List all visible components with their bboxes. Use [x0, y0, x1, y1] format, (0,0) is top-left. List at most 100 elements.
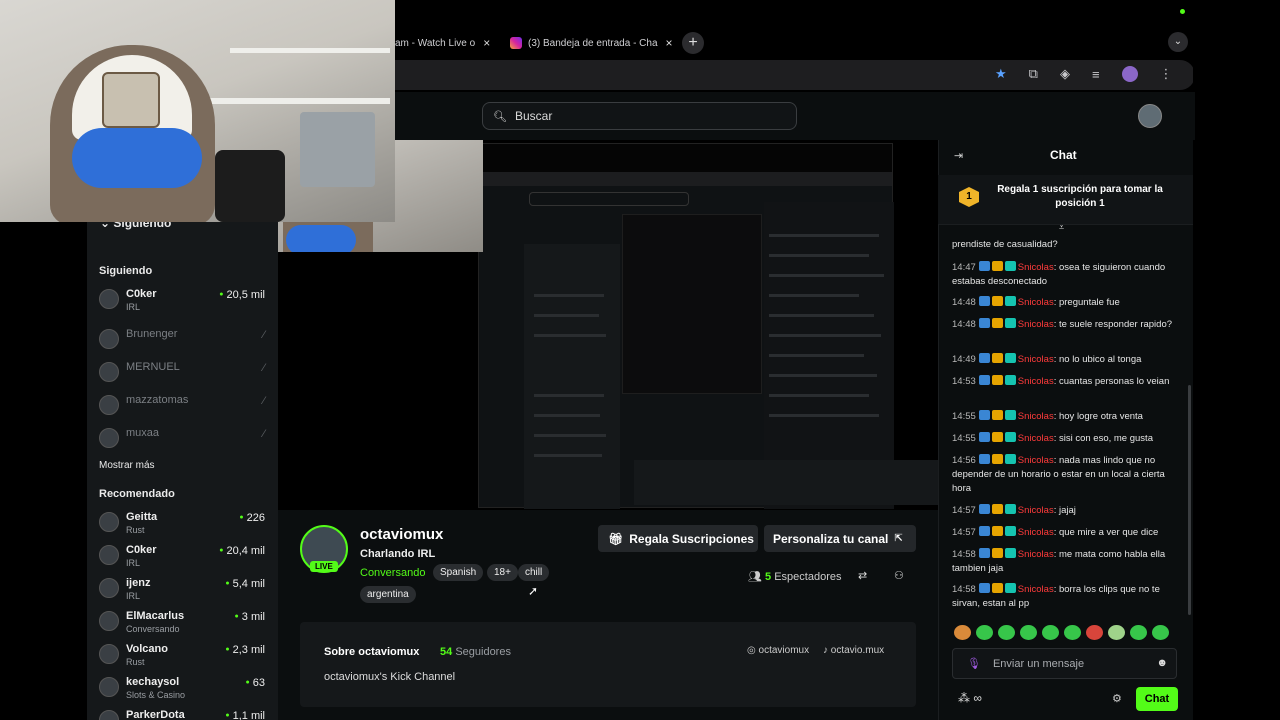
- search-placeholder: Buscar: [514, 109, 553, 123]
- badge-icon: [978, 410, 990, 420]
- tag-chill[interactable]: chill: [518, 564, 550, 581]
- tiktok-link[interactable]: ♪ octavio.mux: [823, 645, 884, 656]
- emoji-icon[interactable]: ☻: [1156, 657, 1168, 669]
- message-username[interactable]: Snicolas: [1018, 376, 1054, 387]
- cap-logo: [102, 72, 160, 128]
- message-username[interactable]: Snicolas: [1018, 527, 1054, 538]
- stream-category[interactable]: Conversando: [360, 567, 425, 579]
- collapse-chat-icon[interactable]: ⇥: [954, 149, 963, 162]
- message-username[interactable]: Snicolas: [1018, 411, 1054, 422]
- sidebar-item-c0ker-rec[interactable]: C0ker IRL 20,4 mil: [99, 543, 267, 573]
- profile-avatar[interactable]: [1121, 66, 1138, 82]
- crown-icon: [991, 318, 1003, 328]
- channel-points[interactable]: ⁂ ∞: [958, 691, 982, 705]
- crown-icon: [991, 296, 1003, 306]
- message-username[interactable]: Snicolas: [1018, 262, 1054, 273]
- chat-message: 14:48 Snicolas: te suele responder rapido…: [952, 318, 1173, 330]
- gift-subscriptions-button[interactable]: 🎁︎ Regala Suscripciones: [598, 525, 758, 552]
- message-time: 14:49: [952, 354, 976, 365]
- message-username[interactable]: Snicolas: [1018, 455, 1054, 466]
- viewer-count: 👥︎ 5 Espectadores: [748, 571, 842, 583]
- microphone-icon[interactable]: 🎙︎: [967, 657, 981, 670]
- sidebar-item-elmacarlus[interactable]: ElMacarlus Conversando 3 mil: [99, 609, 267, 639]
- following-title: Siguiendo: [99, 265, 153, 277]
- message-text: hoy logre otra venta: [1058, 411, 1143, 422]
- sidebar-item-mazzatomas[interactable]: mazzatomas ⁄: [99, 393, 267, 423]
- chat-message: 14:57 Snicolas: que mire a ver que dice: [952, 526, 1159, 538]
- chat-send-button[interactable]: Chat: [1136, 687, 1178, 711]
- user-avatar[interactable]: [1138, 104, 1162, 128]
- expand-pinned-icon[interactable]: ⩡: [1059, 222, 1064, 233]
- message-username[interactable]: Snicolas: [1018, 549, 1054, 560]
- instagram-icon: ◎: [747, 645, 756, 656]
- sidebar-item-mernuel[interactable]: MERNUEL ⁄: [99, 360, 267, 390]
- message-username[interactable]: Snicolas: [1018, 433, 1054, 444]
- search-input[interactable]: 🔍︎ Buscar: [482, 102, 797, 130]
- customize-channel-button[interactable]: Personaliza tu canal ⇱: [764, 525, 916, 552]
- sidebar-item-muxaa[interactable]: muxaa ⁄: [99, 426, 267, 456]
- crown-icon: [991, 353, 1003, 363]
- bookmark-star-icon[interactable]: ★: [995, 66, 1007, 82]
- instagram-link[interactable]: ◎ octaviomux: [747, 645, 809, 656]
- emote-icon[interactable]: [1130, 625, 1147, 640]
- sidebar-item-brunenger[interactable]: Brunenger ⁄: [99, 327, 267, 357]
- add-user-icon[interactable]: ⚇: [894, 569, 904, 582]
- tag-spanish[interactable]: Spanish: [433, 564, 484, 581]
- extensions-icon[interactable]: ⧉: [1029, 66, 1038, 82]
- emote-icon[interactable]: [998, 625, 1015, 640]
- show-more-link[interactable]: Mostrar más: [99, 460, 155, 471]
- sidebar-item-parkerdota[interactable]: ParkerDota 1,1 mil: [99, 708, 267, 720]
- tag-18plus[interactable]: 18+: [487, 564, 518, 581]
- incognito-icon[interactable]: ◈: [1060, 66, 1070, 82]
- gear-icon[interactable]: ⚙: [1112, 692, 1122, 705]
- message-time: 14:56: [952, 455, 976, 466]
- message-username[interactable]: Snicolas: [1018, 505, 1054, 516]
- avatar: [99, 710, 119, 720]
- browser-tab-kick[interactable]: am - Watch Live o ×: [395, 32, 490, 54]
- emote-icon[interactable]: [976, 625, 993, 640]
- browser-tab-instagram[interactable]: (3) Bandeja de entrada - Cha ×: [510, 32, 673, 54]
- subscriber-badge-icon: [1004, 353, 1016, 363]
- crown-icon: [991, 454, 1003, 464]
- media-icon[interactable]: ≡: [1092, 67, 1100, 82]
- sidebar-item-kechaysol[interactable]: kechaysol Slots & Casino 63: [99, 675, 267, 705]
- emote-icon[interactable]: [1086, 625, 1103, 640]
- sidebar-item-ijenz[interactable]: ijenz IRL 5,4 mil: [99, 576, 267, 606]
- chat-scrollbar[interactable]: [1188, 385, 1191, 615]
- sidebar-item-geitta[interactable]: Geitta Rust 226: [99, 510, 267, 540]
- recommended-title: Recomendado: [99, 488, 175, 500]
- message-username[interactable]: Snicolas: [1018, 297, 1054, 308]
- tab-label: (3) Bandeja de entrada - Cha: [528, 37, 658, 49]
- crown-icon: [991, 410, 1003, 420]
- sidebar-item-c0ker[interactable]: C0ker IRL 20,5 mil: [99, 287, 267, 317]
- chat-message: 14:56 Snicolas: nada mas lindo que no dep…: [952, 454, 1165, 494]
- tag-argentina[interactable]: argentina: [360, 586, 416, 603]
- message-username[interactable]: Snicolas: [1018, 584, 1054, 595]
- emote-icon[interactable]: [1108, 625, 1125, 640]
- tab-close-icon[interactable]: ×: [666, 36, 673, 50]
- webcam-overlay: [0, 0, 395, 222]
- emote-icon[interactable]: [1152, 625, 1169, 640]
- message-username[interactable]: Snicolas: [1018, 319, 1054, 330]
- gift-icon: 🎁︎: [608, 531, 624, 546]
- menu-kebab-icon[interactable]: ⋮: [1160, 66, 1173, 82]
- message-username[interactable]: Snicolas: [1018, 354, 1054, 365]
- viewers-icon: 👥︎: [748, 571, 762, 583]
- tab-search-button[interactable]: ⌄: [1168, 32, 1188, 52]
- emote-icon[interactable]: [1064, 625, 1081, 640]
- live-badge: LIVE: [310, 561, 338, 572]
- badge-icon: [978, 526, 990, 536]
- crown-icon: [991, 548, 1003, 558]
- chat-message: 14:48 Snicolas: preguntale fue: [952, 296, 1120, 308]
- share-icon[interactable]: ⇄: [858, 569, 867, 582]
- message-text: preguntale fue: [1058, 297, 1120, 308]
- sidebar-item-volcano[interactable]: Volcano Rust 2,3 mil: [99, 642, 267, 672]
- chat-message: 14:58 Snicolas: borra los clips que no te…: [952, 583, 1160, 609]
- emote-icon[interactable]: [1042, 625, 1059, 640]
- emote-icon[interactable]: [1020, 625, 1037, 640]
- chat-message-input[interactable]: 🎙︎ Enviar un mensaje ☻: [952, 648, 1177, 679]
- new-tab-button[interactable]: +: [682, 32, 704, 54]
- emote-icon[interactable]: [954, 625, 971, 640]
- message-text: no lo ubico al tonga: [1058, 354, 1142, 365]
- tab-close-icon[interactable]: ×: [483, 36, 490, 50]
